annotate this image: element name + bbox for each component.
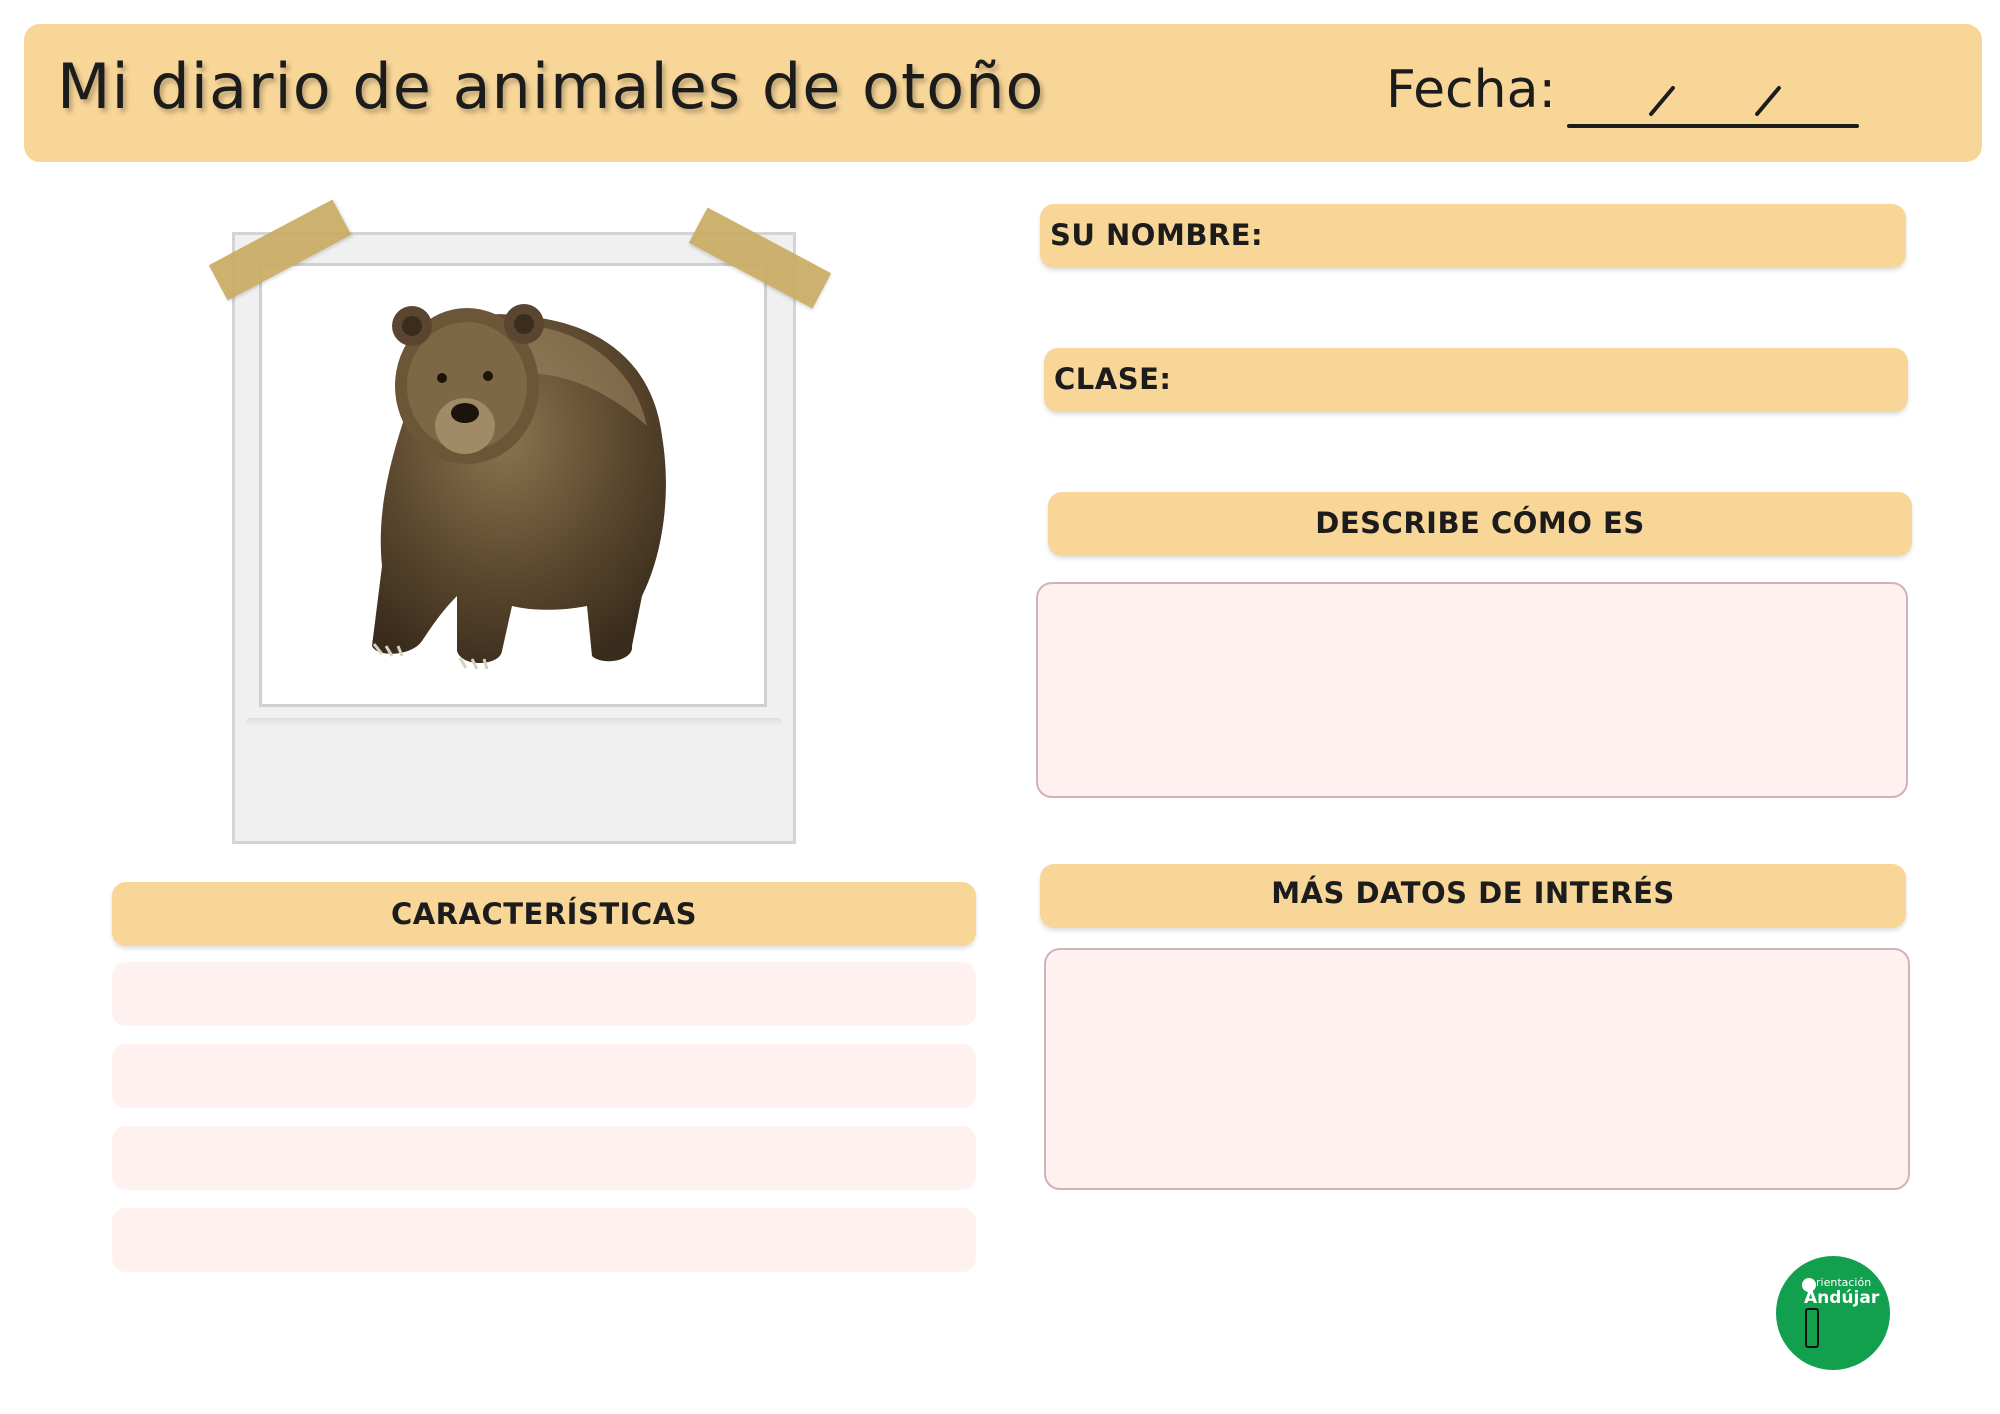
describe-label: DESCRIBE CÓMO ES	[1315, 506, 1645, 540]
class-label: CLASE:	[1054, 362, 1172, 396]
characteristics-row[interactable]	[112, 962, 976, 1026]
characteristics-row[interactable]	[112, 1044, 976, 1108]
describe-header: DESCRIBE CÓMO ES	[1048, 492, 1912, 556]
name-label: SU NOMBRE:	[1050, 218, 1264, 252]
animal-photo	[259, 263, 767, 707]
logo-big-text: Andújar	[1804, 1288, 1880, 1308]
page-title: Mi diario de animales de otoño	[57, 50, 1045, 123]
orientacion-andujar-logo: rientación Andújar	[1776, 1256, 1890, 1370]
class-field[interactable]: CLASE:	[1044, 348, 1908, 412]
bear-illustration	[372, 304, 666, 670]
more-data-textarea[interactable]	[1044, 948, 1910, 1190]
characteristics-label: CARACTERÍSTICAS	[390, 897, 698, 931]
more-data-header: MÁS DATOS DE INTERÉS	[1040, 864, 1906, 928]
characteristics-row[interactable]	[112, 1126, 976, 1190]
more-data-label: MÁS DATOS DE INTERÉS	[1271, 876, 1675, 910]
characteristics-row[interactable]	[112, 1208, 976, 1272]
describe-textarea[interactable]	[1036, 582, 1908, 798]
date-label: Fecha:	[1386, 60, 1556, 120]
name-field[interactable]: SU NOMBRE:	[1040, 204, 1906, 268]
date-input-line[interactable]	[1567, 124, 1859, 128]
characteristics-header: CARACTERÍSTICAS	[112, 882, 976, 946]
polaroid-divider	[246, 718, 782, 726]
pencil-icon	[1805, 1308, 1819, 1348]
